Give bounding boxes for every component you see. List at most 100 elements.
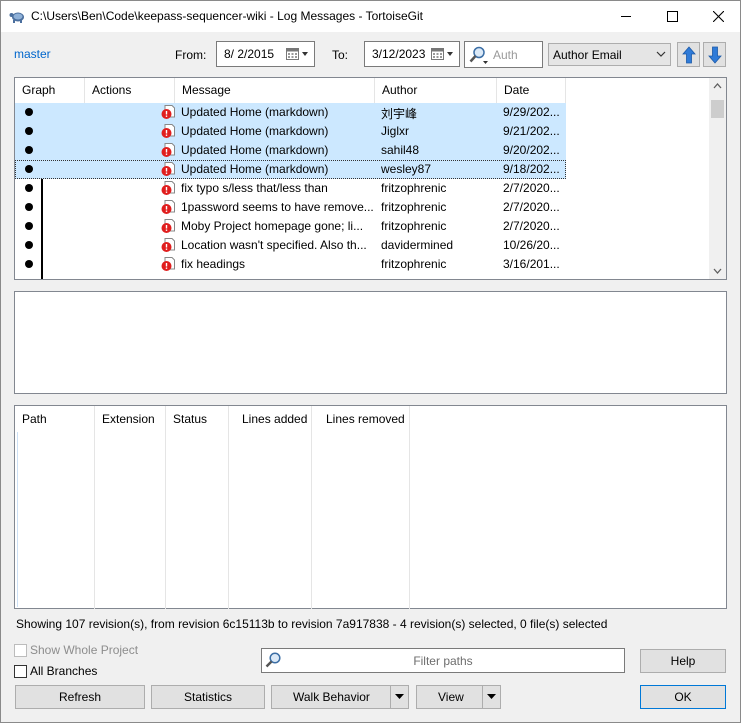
author-cell: Jiglxr bbox=[381, 124, 410, 138]
log-row[interactable]: 1password seems to have remove... fritzop… bbox=[15, 198, 566, 217]
scrollbar-thumb[interactable] bbox=[711, 100, 724, 118]
walk-behavior-label: Walk Behavior bbox=[293, 690, 370, 704]
tortoisegit-icon bbox=[9, 9, 25, 23]
column-header-status[interactable]: Status bbox=[166, 406, 229, 609]
files-list-header: Path Extension Status Lines added Lines … bbox=[15, 406, 410, 609]
show-whole-project-checkbox[interactable] bbox=[14, 644, 27, 657]
author-cell: fritzophrenic bbox=[381, 257, 447, 271]
branch-link[interactable]: master bbox=[14, 47, 51, 61]
window-title: C:\Users\Ben\Code\keepass-sequencer-wiki… bbox=[31, 9, 423, 23]
walk-behavior-button[interactable]: Walk Behavior bbox=[271, 685, 409, 709]
search-icon[interactable] bbox=[469, 46, 489, 67]
refresh-button[interactable]: Refresh bbox=[15, 685, 145, 709]
author-cell: 刘宇峰 bbox=[381, 107, 418, 121]
actions-cell bbox=[85, 160, 175, 179]
status-text: Showing 107 revision(s), from revision 6… bbox=[16, 617, 608, 631]
show-whole-project-label: Show Whole Project bbox=[30, 643, 139, 657]
to-date-picker[interactable]: 3/12/2023 bbox=[364, 41, 460, 67]
column-header-graph[interactable]: Graph bbox=[15, 78, 85, 103]
help-button[interactable]: Help bbox=[640, 649, 726, 673]
date-cell: 3/16/201... bbox=[503, 257, 560, 271]
navigate-down-button[interactable] bbox=[703, 42, 726, 67]
author-cell: wesley87 bbox=[381, 162, 432, 176]
graph-cell bbox=[15, 122, 85, 141]
modified-file-icon bbox=[161, 200, 175, 217]
actions-cell bbox=[85, 141, 175, 160]
calendar-dropdown-icon[interactable] bbox=[286, 47, 310, 64]
walk-behavior-dropdown[interactable] bbox=[390, 686, 408, 708]
actions-cell bbox=[85, 179, 175, 198]
message-cell: fix headings bbox=[181, 257, 246, 271]
search-placeholder: Auth bbox=[493, 48, 518, 62]
commit-detail-pane[interactable] bbox=[14, 291, 727, 394]
column-header-date[interactable]: Date bbox=[497, 78, 566, 103]
all-branches-label: All Branches bbox=[30, 664, 98, 678]
column-header-lines-added[interactable]: Lines added bbox=[229, 406, 312, 609]
statistics-button[interactable]: Statistics bbox=[151, 685, 265, 709]
arrow-up-icon bbox=[681, 45, 696, 63]
date-cell: 2/7/2020... bbox=[503, 181, 560, 195]
column-header-extension[interactable]: Extension bbox=[95, 406, 166, 609]
log-row[interactable]: Updated Home (markdown) Jiglxr 9/21/202... bbox=[15, 122, 566, 141]
commit-node-icon bbox=[25, 241, 33, 249]
column-header-message[interactable]: Message bbox=[175, 78, 375, 103]
log-scrollbar[interactable] bbox=[709, 78, 726, 279]
scroll-down-icon[interactable] bbox=[713, 268, 722, 274]
column-header-path[interactable]: Path bbox=[15, 406, 95, 609]
column-header-actions[interactable]: Actions bbox=[85, 78, 175, 103]
author-cell: sahil48 bbox=[381, 143, 420, 157]
log-list[interactable]: Graph Actions Message Author Date Update… bbox=[14, 77, 727, 280]
actions-cell bbox=[85, 255, 175, 274]
log-list-header: Graph Actions Message Author Date bbox=[15, 78, 566, 103]
filter-field-value: Author Email bbox=[553, 48, 622, 62]
modified-file-icon bbox=[161, 181, 175, 198]
title-bar: C:\Users\Ben\Code\keepass-sequencer-wiki… bbox=[1, 1, 740, 32]
column-header-author[interactable]: Author bbox=[375, 78, 497, 103]
calendar-dropdown-icon[interactable] bbox=[431, 47, 455, 64]
statistics-label: Statistics bbox=[183, 690, 232, 704]
log-row[interactable]: Updated Home (markdown) wesley87 9/18/202.… bbox=[15, 160, 566, 179]
view-button[interactable]: View bbox=[416, 685, 501, 709]
log-row[interactable]: fix typo s/less that/less than fritzophre… bbox=[15, 179, 566, 198]
filter-field-select[interactable]: Author Email bbox=[548, 43, 671, 66]
actions-cell bbox=[85, 198, 175, 217]
commit-node-icon bbox=[25, 222, 33, 230]
date-cell: 2/7/2020... bbox=[503, 200, 560, 214]
close-button[interactable] bbox=[695, 1, 741, 32]
filter-paths-input[interactable]: Filter paths bbox=[261, 648, 625, 673]
graph-cell bbox=[15, 255, 85, 274]
log-row[interactable]: fix headings fritzophrenic 3/16/201... bbox=[15, 255, 566, 274]
all-branches-checkbox[interactable] bbox=[14, 665, 27, 678]
commit-node-icon bbox=[25, 260, 33, 268]
from-date-value: 8/ 2/2015 bbox=[224, 47, 275, 61]
graph-cell bbox=[15, 198, 85, 217]
log-row[interactable]: Updated Home (markdown) sahil48 9/20/202..… bbox=[15, 141, 566, 160]
message-cell: Updated Home (markdown) bbox=[181, 105, 329, 119]
commit-node-icon bbox=[25, 184, 33, 192]
maximize-button[interactable] bbox=[649, 1, 695, 32]
modified-file-icon bbox=[161, 143, 175, 160]
arrow-down-icon bbox=[707, 46, 722, 64]
column-header-lines-removed[interactable]: Lines removed bbox=[312, 406, 410, 609]
from-date-picker[interactable]: 8/ 2/2015 bbox=[216, 41, 315, 67]
author-cell: fritzophrenic bbox=[381, 181, 447, 195]
date-cell: 9/29/202... bbox=[503, 105, 560, 119]
graph-cell bbox=[15, 217, 85, 236]
ok-button[interactable]: OK bbox=[640, 685, 726, 709]
minimize-button[interactable] bbox=[603, 1, 649, 32]
search-input[interactable]: Auth bbox=[464, 41, 543, 68]
author-cell: davidermined bbox=[381, 238, 454, 252]
log-row[interactable]: Moby Project homepage gone; li... fritzop… bbox=[15, 217, 566, 236]
commit-node-icon bbox=[25, 127, 33, 135]
actions-cell bbox=[85, 217, 175, 236]
scroll-up-icon[interactable] bbox=[713, 83, 722, 89]
graph-cell bbox=[15, 160, 85, 179]
log-row[interactable]: Location wasn't specified. Also th... dav… bbox=[15, 236, 566, 255]
navigate-up-button[interactable] bbox=[677, 42, 700, 67]
message-cell: Moby Project homepage gone; li... bbox=[181, 219, 364, 233]
log-row[interactable]: Updated Home (markdown) 刘宇峰 9/29/202... bbox=[15, 103, 566, 122]
minimize-icon bbox=[620, 16, 631, 17]
changed-files-list[interactable]: Path Extension Status Lines added Lines … bbox=[14, 405, 727, 609]
view-dropdown[interactable] bbox=[482, 686, 500, 708]
filter-paths-placeholder: Filter paths bbox=[413, 654, 473, 668]
